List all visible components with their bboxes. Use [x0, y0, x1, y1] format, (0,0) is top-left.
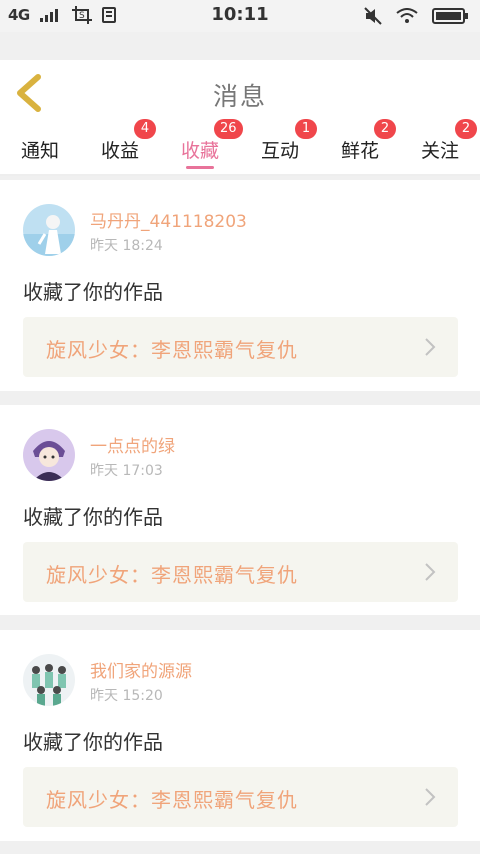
- avatar[interactable]: [23, 204, 75, 256]
- tab-badge: 1: [295, 119, 317, 139]
- message-text: 收藏了你的作品: [23, 280, 163, 304]
- tab-badge: 2: [374, 119, 396, 139]
- timestamp: 昨天 17:03: [90, 463, 163, 479]
- tab-follows[interactable]: 关注 2: [400, 119, 480, 176]
- avatar[interactable]: [23, 654, 75, 706]
- message-card: 一点点的绿 昨天 17:03 收藏了你的作品 旋风少女：李恩熙霸气复仇: [0, 405, 480, 615]
- message-card: 我们家的源源 昨天 15:20 收藏了你的作品 旋风少女：李恩熙霸气复仇: [0, 630, 480, 841]
- tab-badge: 2: [455, 119, 477, 139]
- work-link[interactable]: 旋风少女：李恩熙霸气复仇: [23, 542, 458, 602]
- tab-notifications[interactable]: 通知: [0, 126, 80, 176]
- avatar[interactable]: [23, 429, 75, 481]
- work-link[interactable]: 旋风少女：李恩熙霸气复仇: [23, 767, 458, 827]
- tab-label: 通知: [20, 140, 59, 162]
- tab-badge: 4: [134, 119, 156, 139]
- work-title: 旋风少女：李恩熙霸气复仇: [46, 338, 298, 362]
- chevron-right-icon: [425, 788, 436, 806]
- tab-earnings[interactable]: 收益 4: [80, 119, 160, 176]
- tab-label: 互动: [260, 140, 299, 162]
- battery-icon: [432, 8, 468, 24]
- status-bar: 4G S 10:11: [0, 0, 480, 32]
- message-card: 马丹丹_441118203 昨天 18:24 收藏了你的作品 旋风少女：李恩熙霸…: [0, 180, 480, 391]
- timestamp: 昨天 15:20: [90, 688, 163, 704]
- active-tab-indicator: [186, 166, 214, 169]
- user-name[interactable]: 马丹丹_441118203: [90, 207, 247, 232]
- header: 消息: [0, 60, 480, 126]
- work-link[interactable]: 旋风少女：李恩熙霸气复仇: [23, 317, 458, 377]
- tab-flowers[interactable]: 鲜花 2: [320, 119, 400, 176]
- tab-label: 收益: [100, 140, 139, 162]
- user-name[interactable]: 我们家的源源: [90, 657, 192, 682]
- user-name[interactable]: 一点点的绿: [90, 432, 175, 457]
- wifi-icon: [396, 8, 418, 23]
- tab-label: 关注: [420, 140, 459, 162]
- chevron-right-icon: [425, 563, 436, 581]
- message-text: 收藏了你的作品: [23, 730, 163, 754]
- work-title: 旋风少女：李恩熙霸气复仇: [46, 563, 298, 587]
- chevron-right-icon: [425, 338, 436, 356]
- tab-favorites[interactable]: 收藏 26: [160, 119, 243, 176]
- tab-label: 鲜花: [340, 140, 379, 162]
- message-text: 收藏了你的作品: [23, 505, 163, 529]
- page-title: 消息: [212, 82, 267, 111]
- timestamp: 昨天 18:24: [90, 238, 163, 254]
- tab-label: 收藏: [180, 140, 219, 162]
- tab-interactions[interactable]: 互动 1: [240, 119, 320, 176]
- work-title: 旋风少女：李恩熙霸气复仇: [46, 788, 298, 812]
- tab-badge: 26: [214, 119, 243, 139]
- mute-icon: [364, 7, 382, 25]
- tab-bar: 通知 收益 4 收藏 26 互动 1 鲜花 2 关注 2: [0, 119, 480, 176]
